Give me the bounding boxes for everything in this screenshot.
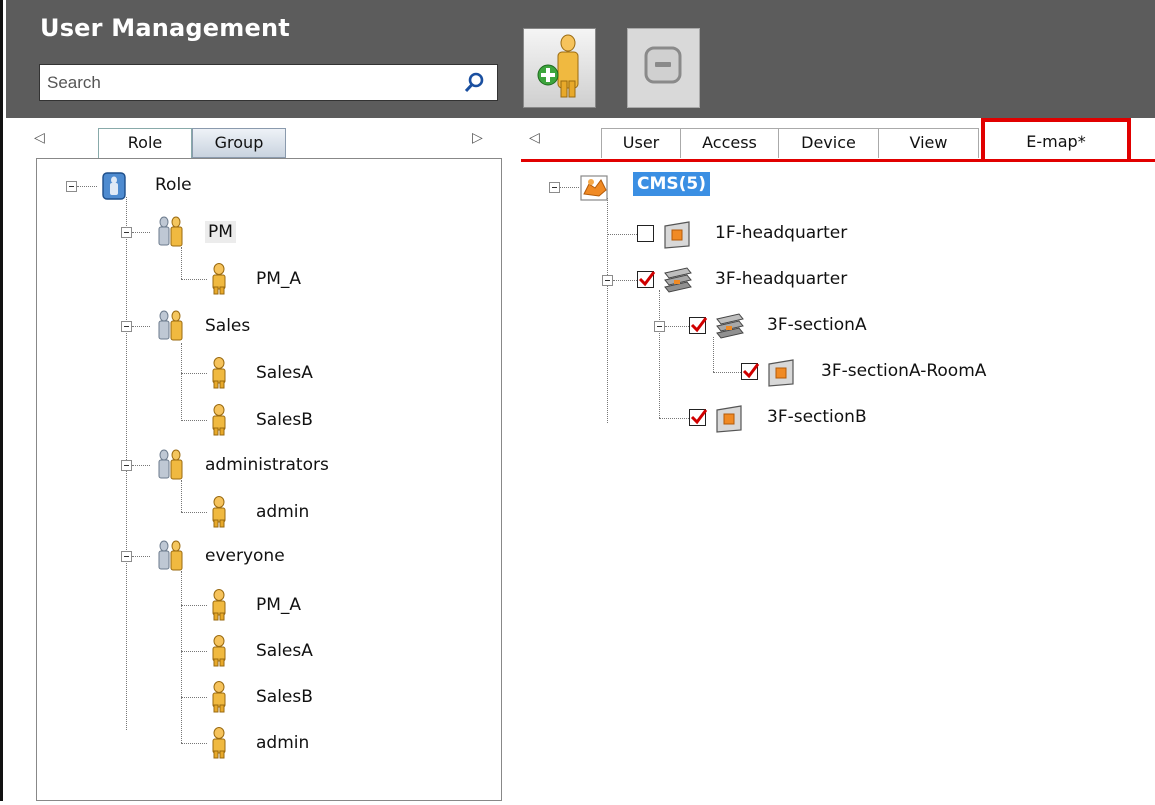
role-root-icon [102, 172, 126, 200]
user-icon [212, 635, 226, 667]
add-user-button[interactable] [523, 28, 596, 108]
tab-device[interactable]: Device [779, 128, 879, 158]
tree-node-label: PM_A [256, 595, 302, 615]
tab-user[interactable]: User [601, 128, 681, 158]
tab-scroll-left-icon[interactable]: ◁ [529, 130, 540, 146]
map-icon [768, 359, 794, 387]
checkmark-icon [690, 409, 708, 425]
checkmark-icon [638, 271, 656, 287]
tree-node-label: 1F-headquarter [715, 223, 848, 243]
collapse-toggle[interactable] [121, 227, 132, 238]
collapse-toggle[interactable] [121, 460, 132, 471]
checkmark-icon [690, 317, 708, 333]
collapse-toggle[interactable] [654, 321, 665, 332]
tab-scroll-right-icon[interactable]: ▷ [472, 130, 483, 146]
tab-scroll-left-icon[interactable]: ◁ [34, 130, 45, 146]
app-frame: User Management ◁ Role [0, 0, 1155, 805]
map-layers-icon [664, 267, 692, 293]
tab-user-label: User [622, 133, 660, 152]
tree-node-label: SalesA [256, 641, 313, 661]
user-icon [212, 727, 226, 759]
tab-role[interactable]: Role [98, 128, 192, 158]
collapse-toggle[interactable] [121, 551, 132, 562]
collapse-toggle[interactable] [66, 181, 77, 192]
checkbox-checked[interactable] [689, 317, 708, 334]
tree-node-label: admin [256, 733, 310, 753]
add-user-icon [537, 34, 579, 98]
search-input[interactable] [40, 65, 455, 100]
collapse-toggle[interactable] [602, 275, 613, 286]
tree-node-label: administrators [205, 455, 329, 475]
user-icon [212, 496, 226, 528]
emap-tree-panel: CMS(5) 1F-headquarter 3F-headquarter 3F-… [521, 162, 1155, 805]
cms-map-icon [580, 175, 608, 201]
tree-node-label: 3F-sectionA [767, 315, 867, 335]
tree-node-label: 3F-headquarter [715, 269, 848, 289]
user-icon [212, 589, 226, 621]
tab-group[interactable]: Group [192, 128, 286, 158]
search-box [39, 64, 498, 101]
tree-node-label: Role [155, 175, 192, 195]
checkbox-checked[interactable] [689, 409, 708, 426]
collapse-toggle[interactable] [121, 321, 132, 332]
tree-node-label: everyone [205, 546, 285, 566]
user-icon [212, 404, 226, 436]
user-group-icon [158, 540, 183, 571]
emap-tab-highlight [981, 118, 1131, 163]
tree-node-label: 3F-sectionB [767, 407, 867, 427]
tab-view[interactable]: View [879, 128, 979, 158]
map-layers-icon [716, 313, 744, 339]
search-icon[interactable] [463, 71, 487, 95]
user-icon [212, 263, 226, 295]
checkbox-checked[interactable] [637, 271, 656, 288]
checkbox[interactable] [637, 225, 654, 242]
tab-access-label: Access [702, 133, 757, 152]
tree-node-label: PM [205, 221, 236, 243]
user-group-icon [158, 310, 183, 341]
checkbox-checked[interactable] [741, 363, 760, 380]
app-title: User Management [40, 14, 290, 42]
user-icon [212, 681, 226, 713]
tree-node-label: admin [256, 502, 310, 522]
remove-user-button[interactable] [627, 28, 700, 108]
collapse-toggle[interactable] [549, 182, 560, 193]
tree-node-label: CMS(5) [633, 172, 711, 196]
tree-node-label: SalesA [256, 363, 313, 383]
remove-icon [644, 46, 682, 84]
tree-node-label: SalesB [256, 410, 313, 430]
map-icon [664, 221, 690, 249]
map-icon [716, 405, 742, 433]
tab-access[interactable]: Access [681, 128, 779, 158]
tree-node-label: 3F-sectionA-RoomA [821, 361, 987, 381]
tree-node-label: Sales [205, 316, 251, 336]
tree-node-label: SalesB [256, 687, 313, 707]
tree-node-label: PM_A [256, 269, 302, 289]
user-group-icon [158, 449, 183, 480]
role-tree-panel: Role PM PM_A Sales SalesA SalesB adminis… [36, 158, 502, 801]
left-tab-bar: ◁ Role Group ▷ [6, 118, 512, 158]
tab-role-label: Role [127, 133, 163, 152]
checkmark-icon [742, 363, 760, 379]
tab-view-label: View [909, 133, 948, 152]
tab-group-label: Group [214, 133, 264, 152]
user-group-icon [158, 216, 183, 247]
tab-device-label: Device [801, 133, 856, 152]
user-icon [212, 357, 226, 389]
